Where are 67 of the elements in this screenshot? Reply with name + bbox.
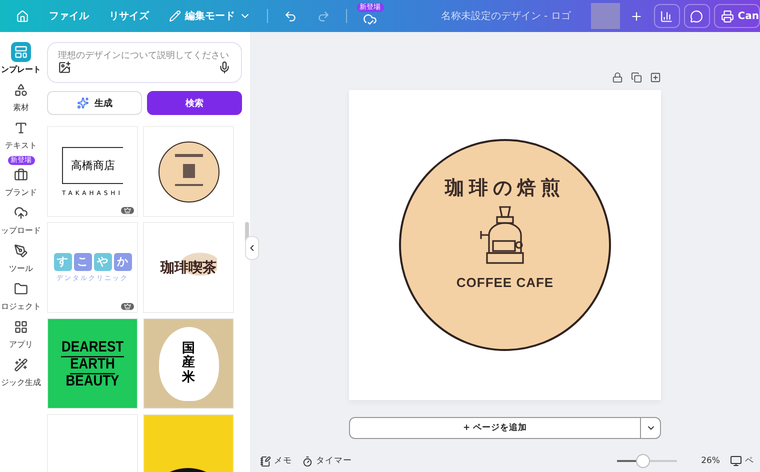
grid-icon [14,320,28,334]
add-page-icon[interactable] [650,72,661,83]
pen-icon [14,244,28,258]
comment-button[interactable] [684,4,710,28]
template-card[interactable] [143,126,234,217]
pages-button[interactable]: ペ [730,455,754,467]
logo-text: EARTH [70,354,115,374]
sidebar-item[interactable]: ンプレート [0,42,42,75]
frame-logo-text: 高橋商店 [62,146,123,184]
briefcase-icon [14,168,28,182]
text-icon [14,121,28,135]
template-card[interactable]: DEAREST EARTH BEAUTY [47,318,138,409]
print-button[interactable]: Can [714,4,760,28]
sidebar-item[interactable]: ロジェクト [0,279,42,312]
bar-chart-icon [660,10,674,22]
crown-icon [121,303,134,310]
image-add-icon[interactable] [58,61,71,74]
redo-icon [317,10,330,22]
plus-icon [630,10,644,22]
logo-title: 珈琲の焙煎 [445,176,565,201]
insights-button[interactable] [654,4,680,28]
lock-icon[interactable] [612,72,623,83]
timer-button[interactable]: タイマー [302,455,352,467]
undo-icon [284,10,297,22]
sidebar-item[interactable]: 素材 [0,80,42,113]
logo-text: DEAREST [61,337,124,357]
home-icon [16,10,29,22]
dropdown-button[interactable] [641,417,661,439]
slider-thumb[interactable] [636,454,650,468]
zoom-value: 26% [701,456,720,466]
sidebar-item[interactable]: テキスト [0,118,42,151]
template-icon [14,45,28,59]
monitor-icon [730,455,742,467]
printer-icon [720,10,734,22]
coffee-logo-thumbnail [156,140,220,204]
sidebar-item[interactable]: ジック生成 [0,355,42,388]
logo-text: 国産米 [182,342,195,385]
timer-icon [302,456,313,466]
pencil-icon [169,10,181,22]
cloud-check-icon [363,12,377,26]
crown-icon [121,207,134,214]
template-card[interactable]: 珈琲喫茶 [143,222,234,313]
folder-icon [14,282,28,296]
mode-tab[interactable]: 生成 [47,91,142,115]
shapes-icon [14,83,28,97]
add-page-button[interactable]: + ページを追加 [349,417,641,439]
sidebar-item[interactable]: ツール [0,241,42,274]
logo-letter-block: す [54,252,72,270]
mode-tab[interactable]: 検索 [147,91,242,115]
avatar [590,3,620,29]
notepad-icon [260,456,271,466]
sidebar-item[interactable]: ップロード [0,203,42,236]
microphone-icon[interactable] [218,61,231,74]
speech-bubble-icon [690,10,704,22]
sidebar-item[interactable]: アプリ [0,317,42,350]
logo-letter-block: こ [74,252,92,270]
notes-button[interactable]: メモ [260,455,292,467]
sidebar-item[interactable]: ブランド [0,165,42,198]
template-card[interactable]: 国産米 [143,318,234,409]
logo-letter-block: か [114,252,132,270]
duplicate-icon[interactable] [631,72,642,83]
magic-wand-icon [14,358,28,372]
logo-subtitle: COFFEE CAFE [456,275,554,290]
logo-text: BEAUTY [66,371,120,390]
logo-letter-block: や [94,252,112,270]
sparkle-icon [76,97,88,109]
upload-icon [14,206,28,220]
